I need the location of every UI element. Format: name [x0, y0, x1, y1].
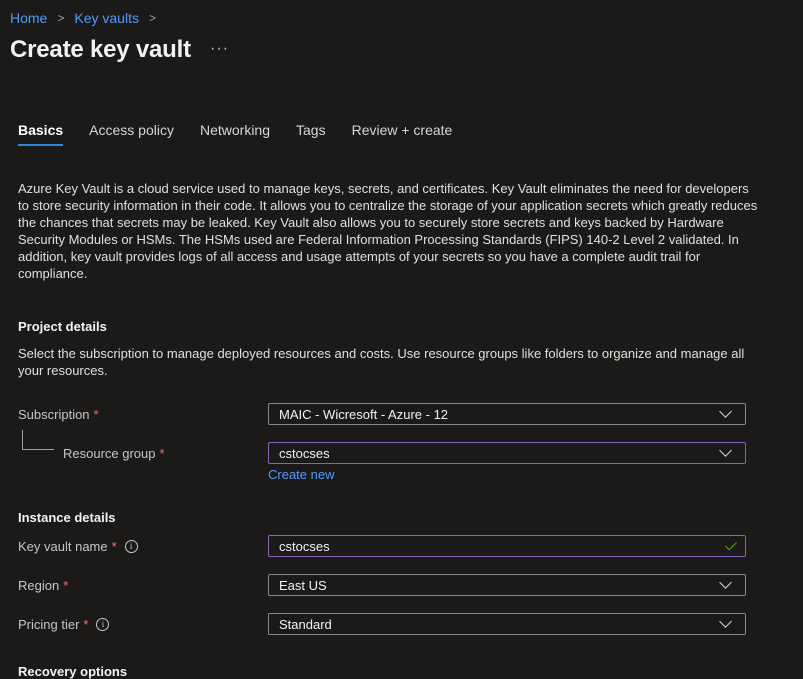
project-details-text: Select the subscription to manage deploy… — [18, 346, 745, 378]
required-marker: * — [63, 578, 69, 593]
create-new-resource-group-link[interactable]: Create new — [268, 467, 334, 482]
info-icon[interactable]: i — [124, 540, 138, 553]
resource-group-label-text: Resource group — [63, 446, 156, 461]
breadcrumb-home-link[interactable]: Home — [10, 10, 47, 26]
key-vault-name-input[interactable]: cstocses — [268, 535, 746, 557]
tab-networking[interactable]: Networking — [200, 122, 270, 146]
breadcrumb: Home > Key vaults > — [10, 10, 166, 26]
required-marker: * — [111, 539, 117, 554]
required-marker: * — [83, 617, 89, 632]
pricing-tier-label: Pricing tier * i — [18, 617, 110, 632]
subscription-label: Subscription * — [18, 407, 99, 422]
region-label: Region * — [18, 578, 68, 593]
subscription-label-text: Subscription — [18, 407, 90, 422]
chevron-right-icon: > — [148, 11, 156, 25]
page-title: Create key vault — [10, 36, 191, 63]
required-marker: * — [93, 407, 99, 422]
key-vault-name-label: Key vault name * i — [18, 539, 138, 554]
pricing-tier-label-text: Pricing tier — [18, 617, 80, 632]
instance-details-heading: Instance details — [18, 510, 116, 525]
tab-review-create[interactable]: Review + create — [352, 122, 453, 146]
pricing-tier-dropdown[interactable]: Standard — [268, 613, 746, 635]
resource-group-value: cstocses — [279, 445, 330, 461]
tab-tags[interactable]: Tags — [296, 122, 326, 146]
tab-basics[interactable]: Basics — [18, 122, 64, 146]
chevron-down-icon — [719, 615, 732, 628]
project-details-heading: Project details — [18, 319, 107, 334]
resource-group-label: Resource group * — [63, 446, 165, 461]
region-dropdown[interactable]: East US — [268, 574, 746, 596]
key-vault-name-value: cstocses — [279, 538, 330, 554]
tree-connector-vertical — [22, 430, 23, 449]
required-marker: * — [159, 446, 165, 461]
intro-description: Azure Key Vault is a cloud service used … — [18, 181, 758, 281]
more-options-icon[interactable]: ··· — [210, 40, 229, 58]
pricing-tier-value: Standard — [279, 616, 332, 632]
chevron-down-icon — [719, 444, 732, 457]
tab-bar: Basics Access policy Networking Tags Rev… — [18, 122, 478, 146]
chevron-down-icon — [719, 576, 732, 589]
breadcrumb-key-vaults-link[interactable]: Key vaults — [74, 10, 139, 26]
region-label-text: Region — [18, 578, 60, 593]
chevron-down-icon — [719, 405, 732, 418]
region-value: East US — [279, 577, 327, 593]
key-vault-name-label-text: Key vault name — [18, 539, 108, 554]
info-icon[interactable]: i — [96, 618, 110, 631]
resource-group-dropdown[interactable]: cstocses — [268, 442, 746, 464]
subscription-value: MAIC - Wicresoft - Azure - 12 — [279, 406, 449, 422]
tab-access-policy[interactable]: Access policy — [89, 122, 174, 146]
chevron-right-icon: > — [57, 11, 65, 25]
subscription-dropdown[interactable]: MAIC - Wicresoft - Azure - 12 — [268, 403, 746, 425]
checkmark-icon — [724, 537, 738, 551]
tree-connector-horizontal — [22, 449, 54, 450]
